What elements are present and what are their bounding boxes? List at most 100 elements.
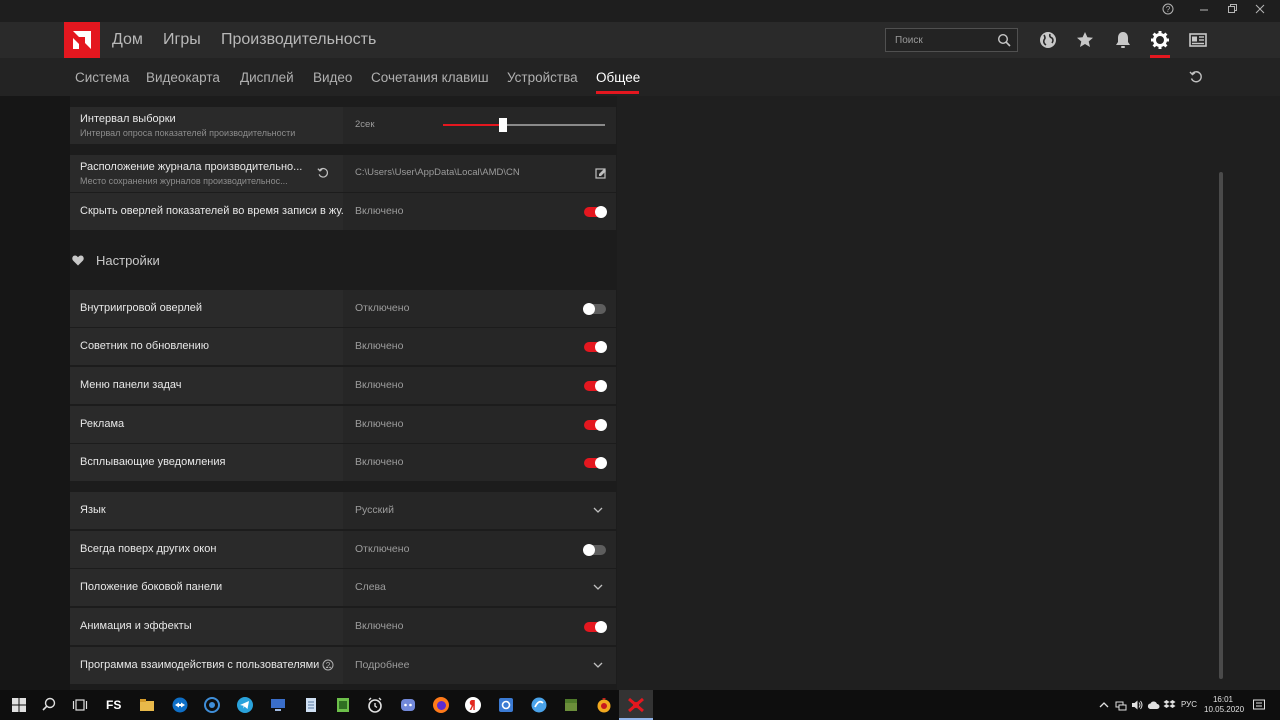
search-box[interactable]: [885, 28, 1018, 52]
clock-time: 16:01: [1212, 695, 1234, 704]
input-language[interactable]: РУС: [1181, 700, 1197, 709]
search-input[interactable]: [895, 33, 995, 47]
top-navigation: Дом Игры Производительность: [0, 22, 1280, 58]
yandex-browser-icon[interactable]: [464, 696, 482, 714]
edit-folder-icon[interactable]: [595, 167, 607, 179]
scrollbar[interactable]: [1219, 172, 1223, 679]
search-icon[interactable]: [40, 696, 58, 714]
minecraft-icon[interactable]: [562, 696, 580, 714]
always-on-top-row: Всегда поверх других окон Отключено: [70, 531, 616, 568]
windows-start-icon[interactable]: [10, 696, 28, 714]
chevron-down-icon[interactable]: [593, 505, 603, 515]
chevron-up-icon[interactable]: [1099, 700, 1109, 710]
notification-center-icon[interactable]: [1252, 698, 1266, 712]
always-on-top-toggle[interactable]: [583, 544, 606, 556]
help-circle-icon[interactable]: ?: [322, 659, 334, 671]
log-location-label: Расположение журнала производительно...: [80, 161, 303, 173]
telegram-icon[interactable]: [236, 696, 254, 714]
tab-display[interactable]: Дисплей: [240, 70, 294, 85]
amd-radeon-taskbar-button[interactable]: [619, 690, 653, 720]
tray-menu-value: Включено: [355, 379, 404, 391]
clock[interactable]: 16:01 10.05.2020: [1204, 695, 1245, 715]
tab-hotkeys[interactable]: Сочетания клавиш: [371, 70, 489, 85]
update-advisor-toggle[interactable]: [584, 341, 607, 353]
tab-general[interactable]: Общее: [596, 70, 640, 85]
dimmed-sidebar: [0, 96, 70, 690]
slider-thumb[interactable]: [498, 118, 507, 132]
notepad-icon[interactable]: [302, 696, 320, 714]
windows-taskbar: FS РУС 16:01 10.05.2020: [0, 690, 1280, 720]
tab-video[interactable]: Видео: [313, 70, 352, 85]
ingame-overlay-row: Внутриигровой оверлей Отключено: [70, 290, 616, 327]
discord-icon[interactable]: [399, 696, 417, 714]
bell-icon[interactable]: [1113, 30, 1133, 50]
nav-performance[interactable]: Производительность: [221, 31, 376, 49]
animation-toggle[interactable]: [584, 621, 607, 633]
reset-icon[interactable]: [1189, 70, 1203, 84]
popup-notifications-label: Всплывающие уведомления: [80, 456, 226, 468]
tray-menu-toggle[interactable]: [584, 380, 607, 392]
ux-program-select[interactable]: Подробнее: [343, 647, 616, 684]
popup-notifications-toggle[interactable]: [584, 457, 607, 469]
app-icon[interactable]: [530, 696, 548, 714]
log-location-sub: Место сохранения журналов производительн…: [80, 176, 288, 186]
log-location-value: C:\Users\User\AppData\Local\AMD\CN: [355, 167, 520, 178]
teamviewer-icon[interactable]: [171, 696, 189, 714]
sidebar-position-label: Положение боковой панели: [80, 581, 223, 593]
cloud-icon[interactable]: [1147, 699, 1160, 711]
toggle-knob: [595, 380, 607, 392]
tab-devices[interactable]: Устройства: [507, 70, 578, 85]
chevron-down-icon[interactable]: [593, 582, 603, 592]
sampling-interval-label: Интервал выборки: [80, 113, 176, 125]
firefox-icon[interactable]: [432, 696, 450, 714]
network-icon[interactable]: [1115, 699, 1127, 711]
sidebar-position-select[interactable]: Слева: [343, 569, 616, 606]
search-icon[interactable]: [997, 33, 1011, 47]
toggle-knob: [583, 544, 595, 556]
task-view-icon[interactable]: [71, 696, 89, 714]
globe-icon[interactable]: [1038, 30, 1058, 50]
nav-games[interactable]: Игры: [163, 31, 201, 49]
active-tab-indicator: [596, 91, 639, 94]
nav-home[interactable]: Дом: [112, 31, 143, 49]
toggle-knob: [595, 457, 607, 469]
language-select[interactable]: Русский: [343, 492, 616, 529]
star-icon[interactable]: [1075, 30, 1095, 50]
sampling-interval-slider[interactable]: [443, 118, 605, 132]
reset-log-icon[interactable]: [317, 167, 329, 179]
app-icon[interactable]: [595, 696, 613, 714]
log-location-row: Расположение журнала производительно... …: [70, 155, 616, 192]
language-label: Язык: [80, 504, 106, 516]
popup-notifications-row: Всплывающие уведомления Включено: [70, 444, 616, 481]
close-icon[interactable]: [1252, 3, 1268, 19]
ingame-overlay-value: Отключено: [355, 302, 410, 314]
hide-overlay-toggle[interactable]: [584, 206, 607, 218]
fs-app-icon[interactable]: FS: [106, 698, 121, 712]
animation-row: Анимация и эффекты Включено: [70, 608, 616, 645]
amd-radeon-icon: [628, 697, 644, 713]
news-icon[interactable]: [1188, 30, 1208, 50]
minimize-icon[interactable]: [1196, 3, 1212, 19]
chevron-down-icon[interactable]: [593, 660, 603, 670]
dropbox-icon[interactable]: [1163, 699, 1176, 711]
browser-icon[interactable]: [203, 696, 221, 714]
remote-desktop-icon[interactable]: [269, 696, 287, 714]
ads-toggle[interactable]: [584, 419, 607, 431]
sampling-interval-row: Интервал выборки Интервал опроса показат…: [70, 107, 616, 144]
gear-icon[interactable]: [1150, 30, 1170, 50]
hide-overlay-row: Скрыть оверлей показателей во время запи…: [70, 193, 616, 230]
tab-graphics[interactable]: Видеокарта: [146, 70, 220, 85]
app-icon[interactable]: [497, 696, 515, 714]
ux-program-value: Подробнее: [355, 659, 410, 671]
tab-system[interactable]: Система: [75, 70, 129, 85]
clock-app-icon[interactable]: [366, 696, 384, 714]
ingame-overlay-toggle[interactable]: [583, 303, 606, 315]
amd-logo[interactable]: [64, 22, 100, 58]
restore-icon[interactable]: [1224, 3, 1240, 19]
clock-date: 10.05.2020: [1204, 705, 1245, 714]
help-icon[interactable]: ?: [1160, 3, 1176, 19]
editor-icon[interactable]: [334, 696, 352, 714]
file-explorer-icon[interactable]: [138, 696, 156, 714]
volume-icon[interactable]: [1131, 699, 1143, 711]
settings-tabs: Система Видеокарта Дисплей Видео Сочетан…: [0, 58, 1280, 96]
